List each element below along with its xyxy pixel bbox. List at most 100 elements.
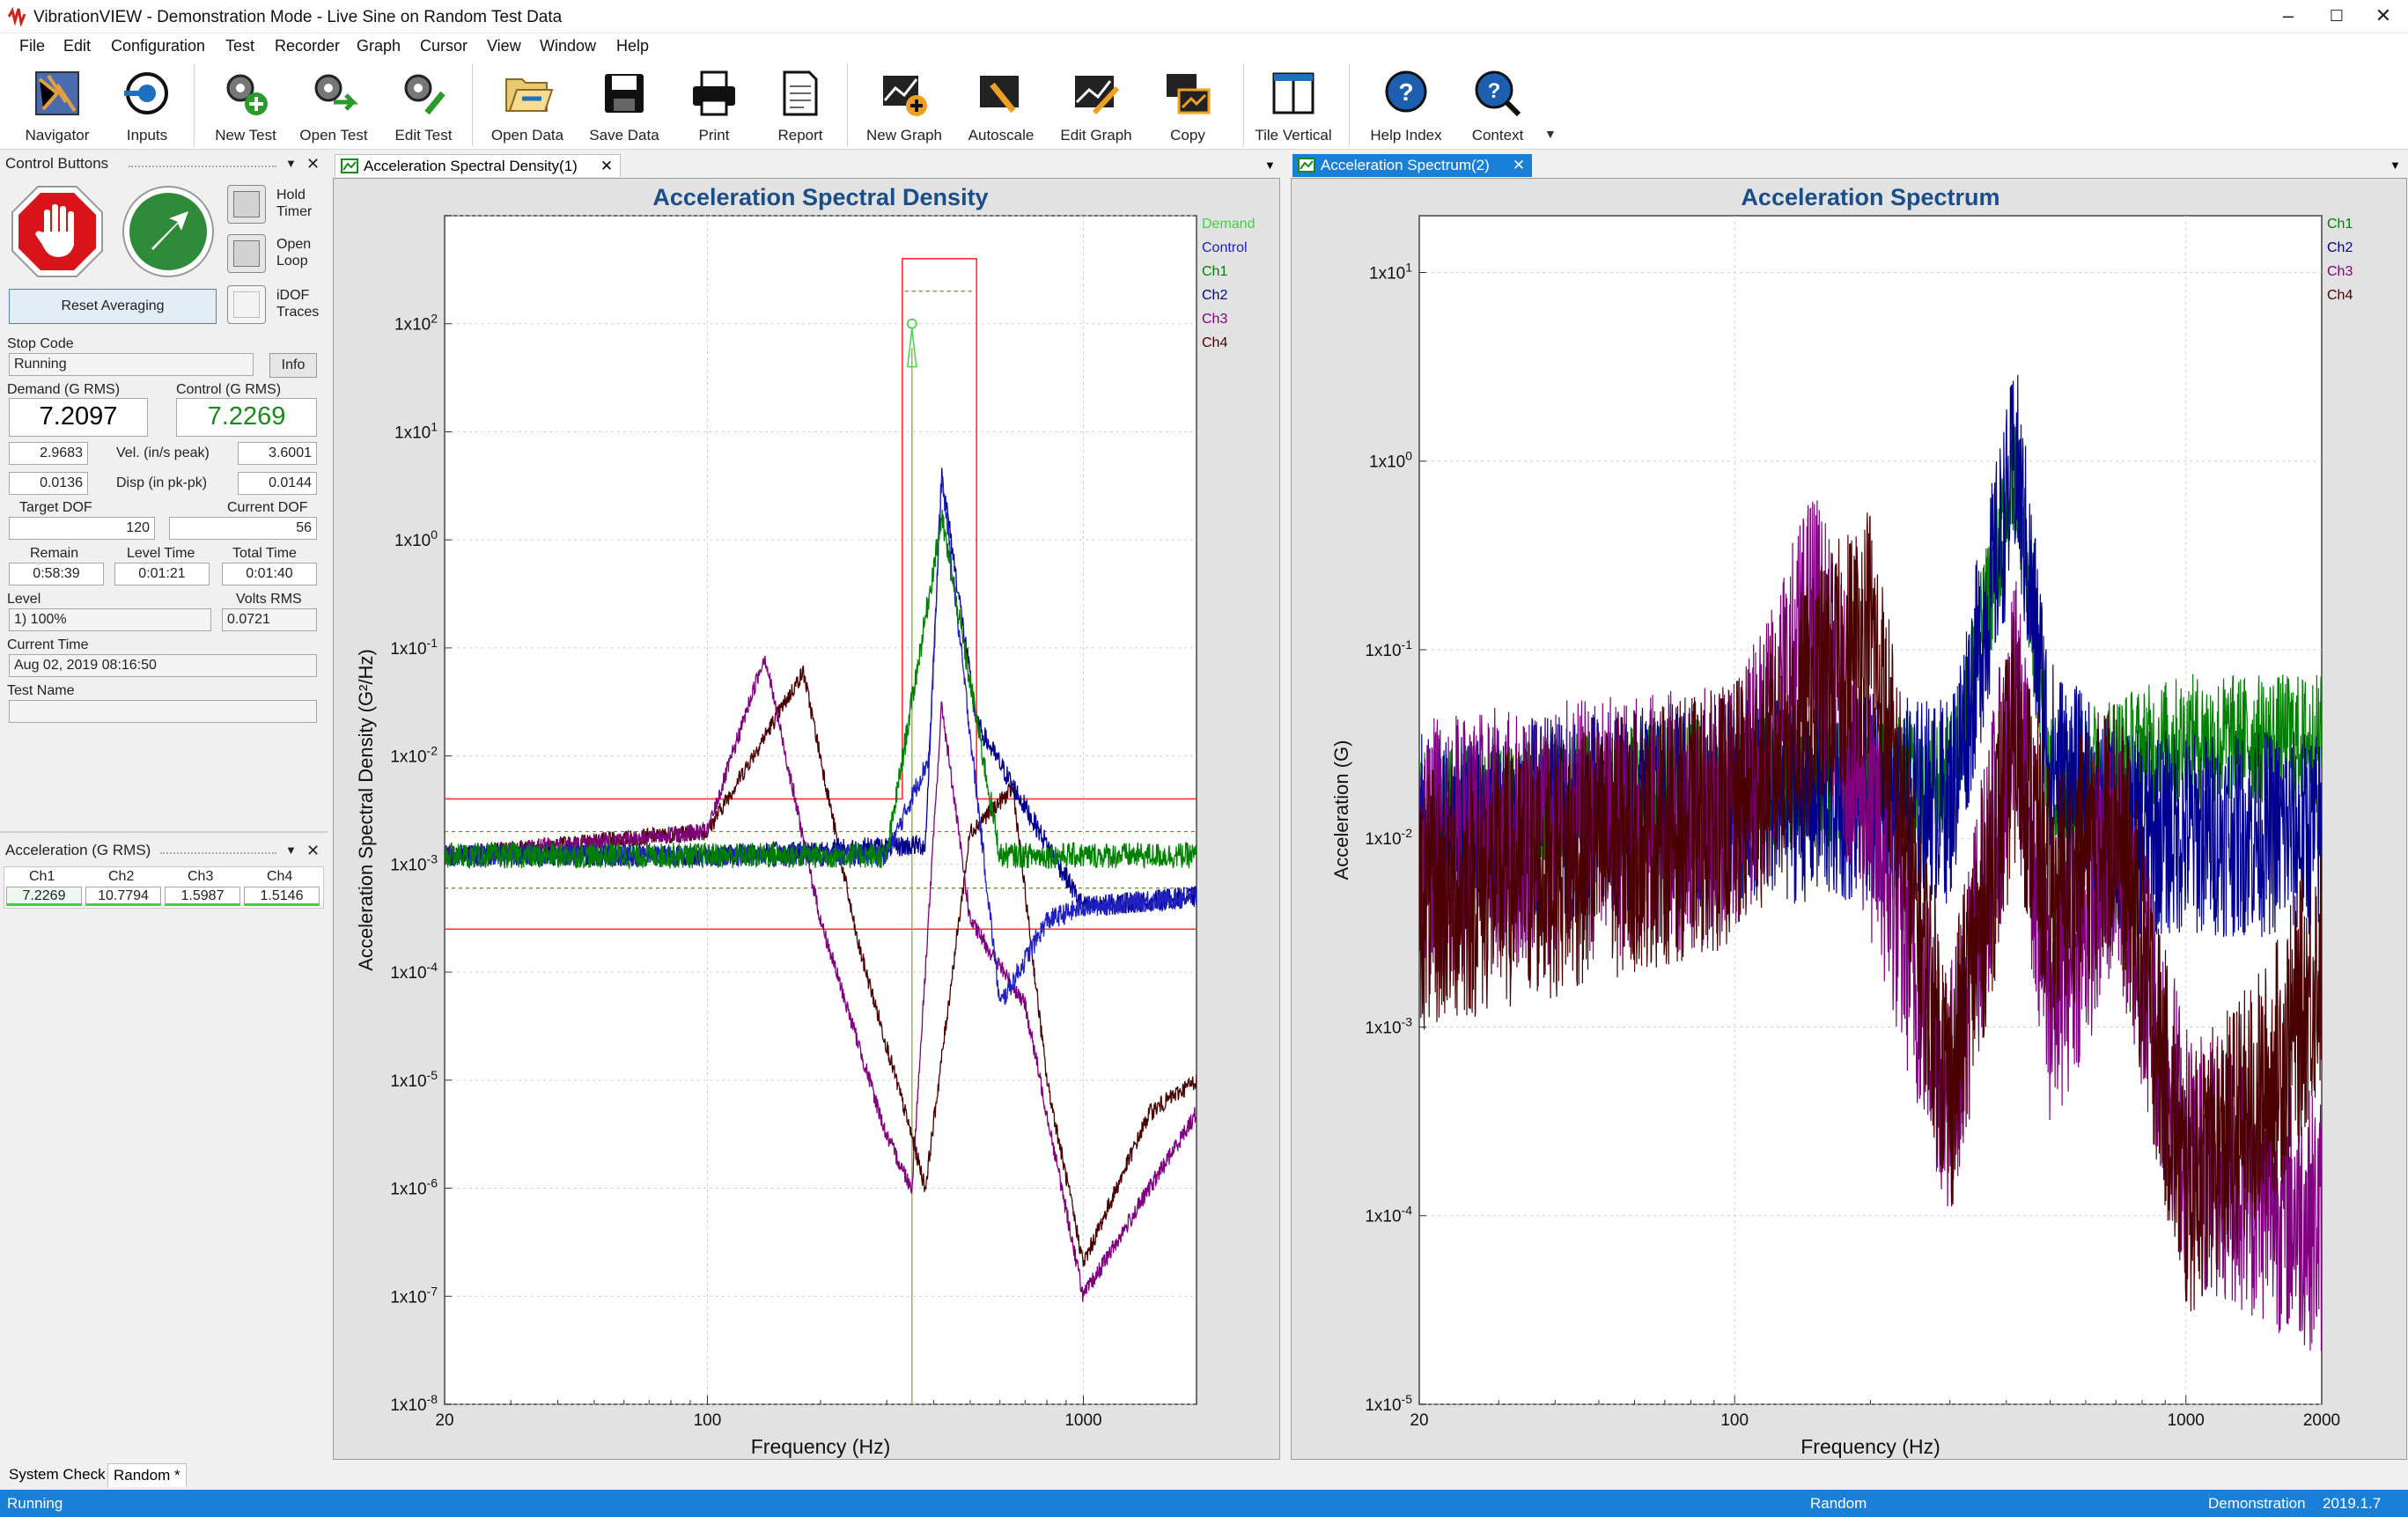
tile-vertical-icon (1267, 67, 1320, 120)
tab-acceleration-spectrum[interactable]: Acceleration Spectrum(2)✕ (1292, 154, 1532, 177)
open-test-button[interactable]: Open Test (285, 63, 382, 148)
y-axis-label: Acceleration Spectral Density (G²/Hz) (355, 649, 377, 971)
panel-close-icon[interactable]: ✕ (306, 842, 320, 860)
autoscale-icon (975, 67, 1027, 120)
menu-edit[interactable]: Edit (63, 37, 91, 55)
bottom-tab-bar: System Check Random * (0, 1460, 2408, 1490)
tab-close-icon[interactable]: ✕ (1513, 157, 1525, 173)
status-test-type: Random (1810, 1495, 1867, 1513)
edit-test-button[interactable]: Edit Test (375, 63, 472, 148)
current-dof-label: Current DOF (227, 500, 308, 516)
level-label: Level (7, 592, 41, 608)
panel-dropdown-icon[interactable]: ▼ (285, 843, 297, 857)
menu-configuration[interactable]: Configuration (111, 37, 205, 55)
x-tick-label: 1000 (2168, 1411, 2205, 1430)
info-button[interactable]: Info (269, 353, 317, 378)
menu-window[interactable]: Window (540, 37, 596, 55)
status-mode: Demonstration (2208, 1495, 2306, 1513)
inputs-button[interactable]: Inputs (99, 63, 195, 148)
panel-splitter[interactable] (0, 831, 328, 833)
print-icon (688, 67, 740, 120)
stop-code-label: Stop Code (7, 336, 74, 352)
total-time-label: Total Time (232, 546, 297, 562)
autoscale-button[interactable]: Autoscale (953, 63, 1049, 148)
x-tick-label: 100 (1720, 1411, 1749, 1430)
tab-random[interactable]: Random * (107, 1463, 187, 1487)
current-dof-field: 56 (169, 517, 317, 540)
control-buttons-header: Control Buttons ▼ ✕ (5, 155, 322, 178)
channel-table: Ch1 Ch2 Ch3 Ch4 7.2269 10.7794 1.5987 1.… (4, 866, 324, 909)
channel-header-ch4: Ch4 (267, 869, 292, 885)
open-loop-checkbox[interactable] (227, 234, 266, 273)
tile-vertical-button[interactable]: Tile Vertical (1245, 63, 1342, 148)
menu-file[interactable]: File (19, 37, 45, 55)
menu-recorder[interactable]: Recorder (275, 37, 340, 55)
idof-traces-checkbox[interactable] (227, 285, 266, 324)
control-label: Control (G RMS) (176, 382, 281, 398)
disp-label: Disp (in pk-pk) (116, 475, 207, 491)
graph1-tab-dropdown-icon[interactable]: ▼ (1264, 158, 1276, 172)
open-data-button[interactable]: Open Data (479, 63, 576, 148)
channel-value-ch1: 7.2269 (6, 887, 82, 906)
spectrum-graph-window: Acceleration Spectrum1x1011x1001x10-11x1… (1291, 178, 2407, 1460)
control-value: 7.2269 (176, 398, 317, 437)
copy-button[interactable]: Copy (1139, 63, 1236, 148)
save-data-icon (598, 67, 651, 120)
legend-entry-ch4: Ch4 (2327, 288, 2353, 303)
edit-graph-button[interactable]: Edit Graph (1048, 63, 1145, 148)
print-button[interactable]: Print (666, 63, 762, 148)
tab-system-check[interactable]: System Check (4, 1463, 111, 1486)
volts-rms-field: 0.0721 (222, 608, 317, 631)
hold-timer-checkbox[interactable] (227, 185, 266, 224)
navigator-icon (31, 67, 84, 120)
status-state: Running (7, 1495, 63, 1513)
graph2-tab-dropdown-icon[interactable]: ▼ (2390, 158, 2401, 172)
stop-button[interactable] (9, 183, 106, 280)
test-name-field (9, 700, 317, 723)
idof-traces-label: iDOF Traces (276, 287, 319, 320)
level-field: 1) 100% (9, 608, 211, 631)
toolbar: Navigator Inputs New Test Open Test Edit… (0, 58, 2408, 150)
panel-close-icon[interactable]: ✕ (306, 155, 320, 173)
x-axis-label: Frequency (Hz) (751, 1435, 890, 1458)
disp-demand-field: 0.0136 (9, 472, 88, 495)
save-data-button[interactable]: Save Data (576, 63, 673, 148)
asd-graph[interactable]: Acceleration Spectral Density1x1021x1011… (334, 179, 1279, 1459)
level-time-field: 0:01:21 (114, 563, 210, 585)
toolbar-overflow-chevron-icon[interactable]: ▼ (1544, 127, 1557, 141)
reset-averaging-button[interactable]: Reset Averaging (9, 289, 217, 324)
new-graph-button[interactable]: New Graph (856, 63, 953, 148)
help-index-button[interactable]: ? Help Index (1358, 63, 1454, 148)
target-dof-label: Target DOF (19, 500, 92, 516)
test-name-label: Test Name (7, 683, 74, 699)
svg-text:?: ? (1398, 78, 1413, 106)
vel-demand-field: 2.9683 (9, 442, 88, 465)
x-tick-label: 2000 (2303, 1411, 2340, 1430)
close-button[interactable]: ✕ (2355, 0, 2408, 33)
start-button[interactable] (120, 183, 217, 280)
new-test-icon (219, 67, 272, 120)
menu-help[interactable]: Help (616, 37, 649, 55)
open-loop-label: Open Loop (276, 236, 311, 269)
menu-view[interactable]: View (487, 37, 521, 55)
context-help-icon: ? (1471, 67, 1524, 120)
panel-dropdown-icon[interactable]: ▼ (285, 157, 297, 170)
open-data-icon (501, 67, 554, 120)
menu-graph[interactable]: Graph (357, 37, 401, 55)
tab-acceleration-spectral-density[interactable]: Acceleration Spectral Density(1)✕ (335, 154, 621, 177)
menu-test[interactable]: Test (225, 37, 254, 55)
legend-entry-demand: Demand (1202, 217, 1255, 232)
new-test-button[interactable]: New Test (197, 63, 294, 148)
menu-cursor[interactable]: Cursor (420, 37, 468, 55)
demand-value: 7.2097 (9, 398, 148, 437)
spectrum-graph[interactable]: Acceleration Spectrum1x1011x1001x10-11x1… (1292, 179, 2406, 1459)
channel-value-ch4: 1.5146 (244, 887, 320, 906)
report-button[interactable]: Report (752, 63, 849, 148)
context-help-button[interactable]: ? Context (1449, 63, 1546, 148)
remain-label: Remain (30, 546, 78, 562)
navigator-button[interactable]: Navigator (9, 63, 106, 148)
menu-bar: File Edit Configuration Test Recorder Gr… (0, 33, 2408, 58)
tab-close-icon[interactable]: ✕ (600, 158, 613, 174)
legend-entry-control: Control (1202, 240, 1248, 255)
legend-entry-ch2: Ch2 (2327, 240, 2353, 255)
